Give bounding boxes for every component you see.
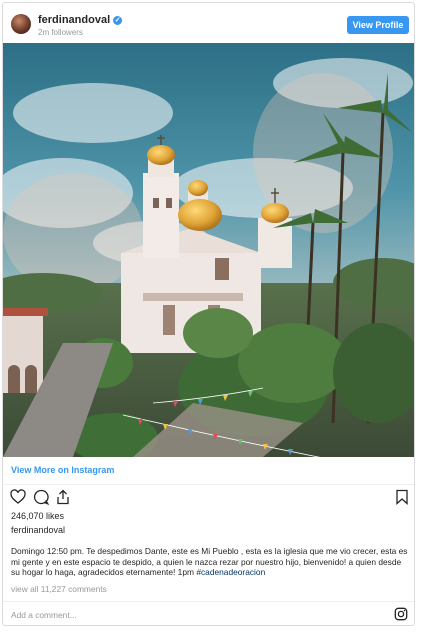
action-bar xyxy=(3,485,414,509)
view-more-link-row: View More on Instagram xyxy=(3,457,414,485)
view-more-link[interactable]: View More on Instagram xyxy=(11,465,114,475)
post-photo[interactable] xyxy=(3,43,414,457)
verified-badge-icon: ✓ xyxy=(113,16,123,25)
heart-icon[interactable] xyxy=(10,489,26,505)
add-comment-row[interactable]: Add a comment... xyxy=(3,601,414,625)
view-all-comments-link[interactable]: view all 11,227 comments xyxy=(11,584,107,594)
username-text: ferdinandoval xyxy=(38,14,111,26)
add-comment-input[interactable]: Add a comment... xyxy=(11,610,77,620)
share-icon[interactable] xyxy=(55,489,71,505)
follower-count: 2m followers xyxy=(38,28,83,37)
post-owner-username[interactable]: ferdinandoval xyxy=(11,525,65,535)
left-buildings xyxy=(3,308,48,393)
post-caption: Domingo 12:50 pm. Te despedimos Dante, e… xyxy=(11,546,409,578)
username-link[interactable]: ferdinandoval ✓ xyxy=(38,14,123,26)
post-header: ferdinandoval ✓ 2m followers View Profile xyxy=(3,3,414,44)
view-profile-button[interactable]: View Profile xyxy=(347,16,409,34)
church-photo-illustration xyxy=(3,43,414,457)
comment-icon[interactable] xyxy=(33,489,49,505)
instagram-embed-card: ferdinandoval ✓ 2m followers View Profile xyxy=(2,2,415,626)
bookmark-icon[interactable] xyxy=(394,489,410,505)
instagram-icon[interactable] xyxy=(394,607,408,621)
like-count: 246,070 likes xyxy=(11,511,65,521)
avatar[interactable] xyxy=(11,14,31,34)
caption-hashtag[interactable]: #cadenadeoracion xyxy=(196,567,265,577)
